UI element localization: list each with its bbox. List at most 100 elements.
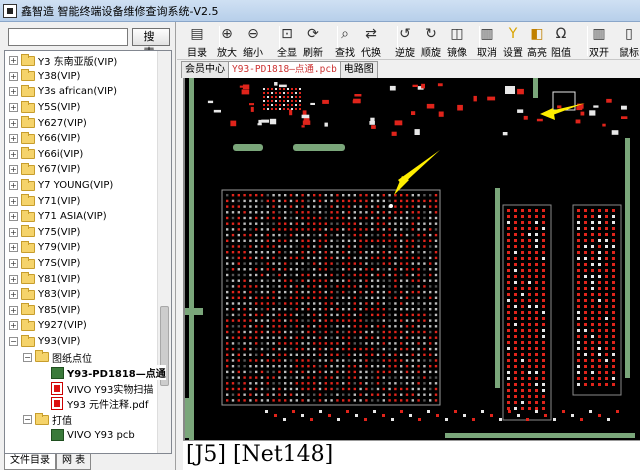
expander-icon[interactable]: + [9, 71, 18, 81]
tree-item[interactable]: + Y85(VIP) [9, 303, 163, 319]
expander-icon[interactable]: + [9, 259, 18, 269]
bga-ball [313, 262, 316, 265]
tree-item[interactable]: + Y7S(VIP) [9, 256, 163, 272]
expander-icon[interactable]: + [9, 196, 18, 206]
pcb-view[interactable] [185, 78, 640, 440]
expander-icon[interactable]: + [9, 87, 18, 97]
tree-item[interactable]: Y93 元件注释.pdf [39, 396, 171, 412]
expander-icon[interactable]: + [9, 56, 18, 66]
tree-item[interactable]: + Y38(VIP) [9, 69, 163, 85]
tree-item[interactable]: + Y3s african(VIP) [9, 84, 163, 100]
connector-pad [542, 359, 545, 362]
expander-icon[interactable]: + [9, 227, 18, 237]
bga-ball [249, 393, 252, 396]
toolbar-button-mirror[interactable]: ◫ 镜像 [443, 24, 471, 59]
expander-icon[interactable]: − [9, 337, 18, 347]
tree-item[interactable]: Y93-PD1818—点通 [39, 365, 171, 381]
tree-item[interactable]: + Y7 YOUNG(VIP) [9, 178, 163, 194]
toolbar-button-replace[interactable]: ⇄ 代换 [357, 24, 385, 59]
tree-item[interactable]: VIVO Y93 pcb [39, 427, 171, 443]
bga-ball [260, 342, 264, 345]
bga-ball [347, 393, 351, 396]
toolbar-button-refresh[interactable]: ⟳ 刷新 [299, 24, 327, 59]
bga-ball [318, 194, 322, 197]
tree-item[interactable]: + Y71 ASIA(VIP) [9, 209, 163, 225]
tree-item[interactable]: + Y83(VIP) [9, 287, 163, 303]
expander-icon[interactable]: + [9, 103, 18, 113]
expander-icon[interactable]: + [9, 274, 18, 284]
tree-item[interactable]: + Y66(VIP) [9, 131, 163, 147]
toolbar-button-resistance[interactable]: Ω 阻值 [547, 24, 575, 59]
bga-ball [400, 347, 403, 351]
bga-ball [307, 325, 310, 328]
tree-item[interactable]: + Y5S(VIP) [9, 100, 163, 116]
bga-ball [266, 393, 269, 396]
tree-item[interactable]: + Y66i(VIP) [9, 147, 163, 163]
tree-item[interactable]: + Y627(VIP) [9, 115, 163, 131]
tree-item[interactable]: + Y75(VIP) [9, 225, 163, 241]
tree-item[interactable]: + Y81(VIP) [9, 271, 163, 287]
bga-ball [313, 251, 316, 254]
bga-ball [347, 353, 351, 356]
toolbar-button-rotate-cw[interactable]: ↻ 顺旋 [417, 24, 445, 59]
expander-icon[interactable]: + [9, 165, 18, 175]
bga-ball [330, 245, 333, 248]
expander-icon[interactable]: + [9, 243, 18, 253]
pcb-canvas[interactable] [183, 78, 640, 440]
bga-ball [313, 256, 316, 260]
search-input[interactable] [8, 28, 128, 46]
bga-ball [260, 376, 264, 379]
tree-item[interactable]: VIVO Y93实物扫描 [39, 381, 171, 397]
tab-file-directory[interactable]: 文件目录 [4, 454, 56, 470]
expander-icon[interactable]: + [9, 305, 18, 315]
tree-item[interactable]: + Y67(VIP) [9, 162, 163, 178]
tab-schematic[interactable]: 电路图 [339, 61, 378, 78]
toolbar-button-zoom-in[interactable]: ⊕ 放大 [213, 24, 241, 59]
expander-icon[interactable]: + [9, 290, 18, 300]
toolbar-button-zoom-out[interactable]: ⊖ 缩小 [239, 24, 267, 59]
tab-pcb-file[interactable]: Y93-PD1818—点通.pcb [228, 61, 341, 78]
expander-icon[interactable]: − [23, 352, 32, 362]
tree-item[interactable]: + Y79(VIP) [9, 240, 163, 256]
toolbar-button-find[interactable]: ⌕ 查找 [331, 24, 359, 59]
expander-icon[interactable]: + [9, 212, 18, 222]
expander-icon[interactable]: + [9, 134, 18, 144]
tree-item[interactable]: − Y93(VIP) [9, 334, 163, 350]
expander-icon[interactable]: + [9, 118, 18, 128]
expander-icon[interactable]: − [23, 415, 32, 425]
tree-item[interactable]: + Y71(VIP) [9, 193, 163, 209]
bga-ball [324, 290, 327, 294]
component-pad [239, 85, 245, 88]
bga-ball [394, 387, 397, 391]
tab-netlist[interactable]: 网 表 [56, 454, 92, 470]
toolbar-button-dual-open[interactable]: ▥ 双开 [585, 24, 613, 59]
search-button[interactable]: 搜 索 [132, 28, 170, 59]
toolbar-button-mouse[interactable]: ▯ 鼠标 [615, 24, 640, 59]
bga-ball [394, 199, 397, 203]
toolbar-button-cancel[interactable]: ▥ 取消 [473, 24, 501, 59]
bga-ball [405, 285, 409, 288]
expander-icon[interactable]: + [9, 181, 18, 191]
file-tree[interactable]: + Y3 东南亚版(VIP) + Y38(VIP) + Y3s african(VIP) +… [4, 50, 172, 454]
expander-icon[interactable]: + [9, 321, 18, 331]
connector-pad [584, 353, 587, 356]
toolbar-button-book[interactable]: ▤ 目录 [183, 24, 211, 59]
tree-item[interactable]: + Y3 东南亚版(VIP) [9, 53, 163, 69]
toolbar-button-rotate-ccw[interactable]: ↺ 逆旋 [391, 24, 419, 59]
bga-ball [382, 387, 385, 391]
bga-ball [266, 268, 269, 271]
toolbar-button-fit-all[interactable]: ⊡ 全显 [273, 24, 301, 59]
connector-pad [577, 353, 580, 356]
tree-item[interactable]: − 打值 [23, 412, 171, 428]
bga-ball [237, 290, 240, 294]
connector-pad [507, 239, 510, 242]
bga-ball [266, 342, 269, 345]
bga-ball [318, 262, 322, 265]
tree-item[interactable]: + Y927(VIP) [9, 318, 163, 334]
bga-ball [365, 222, 368, 225]
connector-pad [528, 221, 531, 224]
bga-ball [301, 296, 304, 299]
tree-item[interactable]: − 图纸点位 [23, 349, 171, 365]
tab-member-center[interactable]: 会员中心 [181, 61, 229, 78]
expander-icon[interactable]: + [9, 149, 18, 159]
